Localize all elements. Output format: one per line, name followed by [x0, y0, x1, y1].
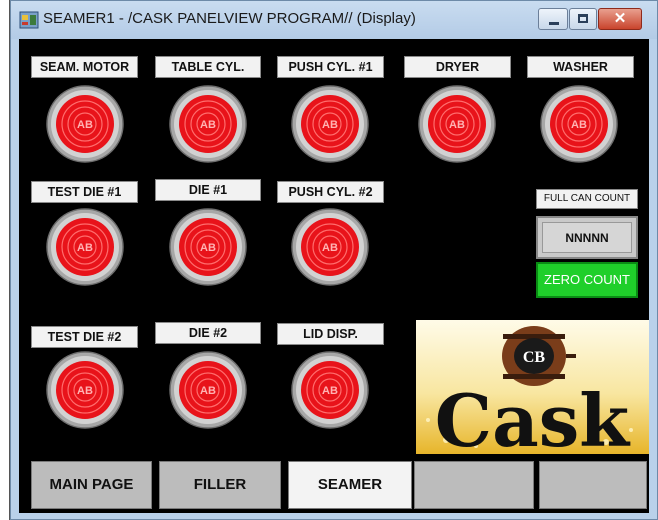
nav-main-page-button[interactable]: MAIN PAGE — [31, 461, 152, 509]
label-dryer: DRYER — [404, 56, 511, 78]
indicator-light: AB — [46, 351, 124, 429]
logo-badge: CB — [523, 349, 546, 366]
maximize-button[interactable] — [569, 8, 597, 30]
indicator-light: AB — [291, 208, 369, 286]
indicator-light: AB — [169, 85, 247, 163]
title-bar[interactable]: SEAMER1 - /CASK PANELVIEW PROGRAM// (Dis… — [11, 1, 657, 39]
indicator-badge: AB — [449, 119, 465, 131]
indicator-light: AB — [169, 351, 247, 429]
indicator-light: AB — [540, 85, 618, 163]
close-icon: ✕ — [613, 10, 627, 27]
full-can-count-display: NNNNN — [536, 216, 638, 259]
indicator-badge: AB — [322, 385, 338, 397]
label-push-cyl-2: PUSH CYL. #2 — [277, 181, 384, 203]
label-washer: WASHER — [527, 56, 634, 78]
label-seam-motor: SEAM. MOTOR — [31, 56, 138, 78]
minimize-icon — [549, 22, 559, 25]
indicator-badge: AB — [571, 119, 587, 131]
full-can-count-value: NNNNN — [542, 222, 632, 253]
label-lid-disp: LID DISP. — [277, 323, 384, 345]
indicator-light: AB — [291, 85, 369, 163]
nav-blank-button-1[interactable] — [414, 461, 534, 509]
indicator-badge: AB — [200, 119, 216, 131]
label-test-die-2: TEST DIE #2 — [31, 326, 138, 348]
maximize-icon — [578, 14, 588, 23]
indicator-light: AB — [418, 85, 496, 163]
indicator-badge: AB — [322, 242, 338, 254]
nav-blank-button-2[interactable] — [539, 461, 647, 509]
indicator-badge: AB — [322, 119, 338, 131]
nav-filler-button[interactable]: FILLER — [159, 461, 281, 509]
full-can-count-label: FULL CAN COUNT — [536, 189, 638, 209]
panelview-screen: SEAM. MOTOR TABLE CYL. PUSH CYL. #1 DRYE… — [19, 39, 649, 513]
app-icon — [19, 11, 39, 29]
app-window: SEAMER1 - /CASK PANELVIEW PROGRAM// (Dis… — [10, 0, 658, 520]
nav-seamer-button[interactable]: SEAMER — [288, 461, 412, 509]
indicator-badge: AB — [77, 242, 93, 254]
close-button[interactable]: ✕ — [598, 8, 642, 30]
window-title: SEAMER1 - /CASK PANELVIEW PROGRAM// (Dis… — [43, 10, 416, 27]
indicator-light: AB — [46, 85, 124, 163]
label-table-cyl: TABLE CYL. — [155, 56, 261, 78]
indicator-badge: AB — [77, 119, 93, 131]
minimize-button[interactable] — [538, 8, 568, 30]
indicator-badge: AB — [200, 385, 216, 397]
indicator-light: AB — [291, 351, 369, 429]
logo-word: Cask — [435, 378, 631, 454]
label-push-cyl-1: PUSH CYL. #1 — [277, 56, 384, 78]
label-test-die-1: TEST DIE #1 — [31, 181, 138, 203]
indicator-badge: AB — [200, 242, 216, 254]
screen-navigation: MAIN PAGE FILLER SEAMER — [19, 459, 649, 513]
label-die-1: DIE #1 — [155, 179, 261, 201]
label-die-2: DIE #2 — [155, 322, 261, 344]
indicator-light: AB — [169, 208, 247, 286]
zero-count-button[interactable]: ZERO COUNT — [536, 262, 638, 298]
indicator-badge: AB — [77, 385, 93, 397]
indicator-light: AB — [46, 208, 124, 286]
cask-logo: CB Cask — [416, 320, 649, 454]
